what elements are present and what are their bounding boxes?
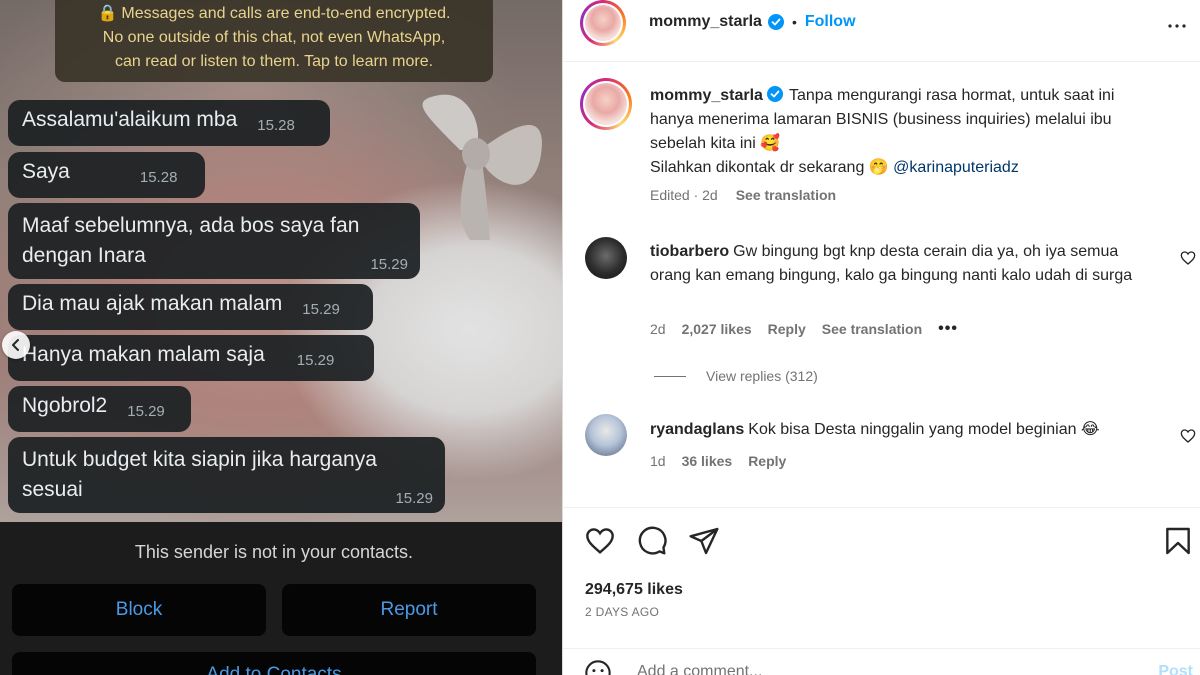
comment-input[interactable]: [637, 663, 1117, 675]
add-comment-bar: Post: [563, 648, 1200, 675]
message-text: sesuai: [22, 478, 83, 501]
comment-see-translation[interactable]: See translation: [822, 321, 922, 337]
separator-dot: •: [791, 14, 797, 30]
encryption-line-1: Messages and calls are end-to-end encryp…: [121, 5, 451, 22]
caption-line: hanya menerima lamaran BISNIS (business …: [650, 111, 1112, 128]
likes-count[interactable]: 294,675 likes: [585, 581, 683, 599]
verified-badge-icon: [767, 14, 784, 30]
caption-username[interactable]: mommy_starla: [650, 87, 763, 104]
message-time: 15.29: [395, 490, 433, 507]
message-time: 15.28: [139, 169, 178, 186]
caption-line: Tanpa mengurangi rasa hormat, untuk saat…: [788, 87, 1115, 104]
comment-likes[interactable]: 36 likes: [682, 453, 733, 469]
comment-item: ryandaglans Kok bisa Desta ninggalin yang…: [650, 418, 1150, 442]
view-replies-button[interactable]: View replies (312): [654, 368, 818, 384]
caption-meta: Edited · 2d See translation: [650, 187, 836, 203]
encryption-notice[interactable]: 🔒 Messages and calls are end-to-end encry…: [55, 0, 493, 82]
caption-author-avatar[interactable]: [580, 78, 632, 130]
caption-edited-time: Edited · 2d: [650, 187, 718, 203]
message-text: Hanya makan malam saja: [22, 343, 265, 366]
share-send-icon[interactable]: [688, 525, 720, 557]
chat-message[interactable]: Untuk budget kita siapin jika harganya s…: [8, 437, 445, 513]
comment-meta: 2d 2,027 likes Reply See translation •••: [650, 321, 958, 338]
comment-age[interactable]: 1d: [650, 453, 666, 469]
chat-message[interactable]: Saya 15.28: [8, 152, 205, 198]
chat-message[interactable]: Ngobrol2 15.29: [8, 386, 191, 432]
message-text: Dia mau ajak makan malam: [22, 292, 283, 315]
comment-meta: 1d 36 likes Reply: [650, 453, 786, 469]
encryption-line-3: can read or listen to them. Tap to learn…: [114, 53, 434, 70]
block-button[interactable]: Block: [12, 584, 266, 636]
message-time: 15.29: [370, 256, 408, 273]
message-time: 15.29: [296, 352, 335, 369]
save-bookmark-icon[interactable]: [1162, 525, 1194, 557]
caption-line: sebelah kita ini 🥰: [650, 135, 781, 152]
message-text: Assalamu'alaikum mba: [22, 108, 238, 131]
comment-item: tiobarbero Gw bingung bgt knp desta cerai…: [650, 240, 1150, 288]
emoji-smiley-icon[interactable]: [584, 659, 612, 675]
more-options-icon[interactable]: [1165, 14, 1189, 38]
chat-message[interactable]: Maaf sebelumnya, ada bos saya fan dengan…: [8, 203, 420, 279]
message-text: dengan Inara: [22, 244, 146, 267]
message-text: Saya: [22, 160, 70, 183]
caption-see-translation[interactable]: See translation: [736, 187, 836, 203]
like-heart-icon[interactable]: [584, 525, 616, 557]
chevron-left-icon: [12, 339, 19, 351]
add-to-contacts-button[interactable]: Add to Contacts: [12, 652, 536, 675]
verified-badge-icon: [766, 86, 783, 102]
post-caption: mommy_starla Tanpa mengurangi rasa hormat…: [650, 84, 1190, 180]
comment-more-icon[interactable]: •••: [938, 321, 958, 337]
author-avatar[interactable]: [580, 0, 626, 46]
message-text: Maaf sebelumnya, ada bos saya fan: [22, 214, 360, 237]
caption-mention-link[interactable]: @karinaputeriadz: [893, 159, 1019, 176]
report-button[interactable]: Report: [282, 584, 536, 636]
message-time: 15.29: [302, 301, 340, 318]
encryption-line-2: No one outside of this chat, not even Wh…: [102, 29, 446, 46]
author-username[interactable]: mommy_starla: [649, 13, 762, 31]
comment-like-heart-icon[interactable]: [1180, 250, 1196, 266]
message-text: Untuk budget kita siapin jika harganya: [22, 448, 377, 471]
chat-message[interactable]: Hanya makan malam saja 15.29: [8, 335, 374, 381]
comment-username[interactable]: ryandaglans: [650, 421, 744, 438]
view-replies-label: View replies (312): [706, 368, 818, 384]
comment-bubble-icon[interactable]: [636, 525, 668, 557]
chat-message[interactable]: Assalamu'alaikum mba 15.28: [8, 100, 330, 146]
message-text: Ngobrol2: [22, 394, 108, 417]
post-comment-button[interactable]: Post: [1158, 663, 1193, 675]
replies-divider: [654, 375, 686, 377]
post-media: 🔒 Messages and calls are end-to-end encry…: [0, 0, 562, 675]
sender-not-in-contacts-note: This sender is not in your contacts.: [134, 542, 414, 562]
post-actions: 294,675 likes 2 DAYS AGO Post: [563, 507, 1200, 675]
carousel-prev-button[interactable]: [2, 331, 30, 359]
lock-icon: 🔒: [97, 5, 118, 22]
comment-reply-button[interactable]: Reply: [768, 321, 806, 337]
comment-likes[interactable]: 2,027 likes: [682, 321, 752, 337]
comment-text: Kok bisa Desta ninggalin yang model begi…: [748, 421, 1100, 438]
caption-line: Silahkan dikontak dr sekarang 🤭: [650, 159, 889, 176]
post-side-panel: mommy_starla • Follow mommy_starla Tanpa …: [562, 0, 1200, 675]
comment-username[interactable]: tiobarbero: [650, 243, 729, 260]
message-time: 15.28: [257, 117, 295, 134]
post-date[interactable]: 2 DAYS AGO: [585, 605, 659, 619]
comment-like-heart-icon[interactable]: [1180, 428, 1196, 444]
message-time: 15.29: [127, 403, 165, 420]
commenter-avatar[interactable]: [585, 414, 627, 456]
follow-button[interactable]: Follow: [805, 13, 856, 31]
commenter-avatar[interactable]: [585, 237, 627, 279]
comment-reply-button[interactable]: Reply: [748, 453, 786, 469]
post-header: mommy_starla • Follow: [563, 0, 1200, 62]
comment-age[interactable]: 2d: [650, 321, 666, 337]
chat-message[interactable]: Dia mau ajak makan malam 15.29: [8, 284, 373, 330]
